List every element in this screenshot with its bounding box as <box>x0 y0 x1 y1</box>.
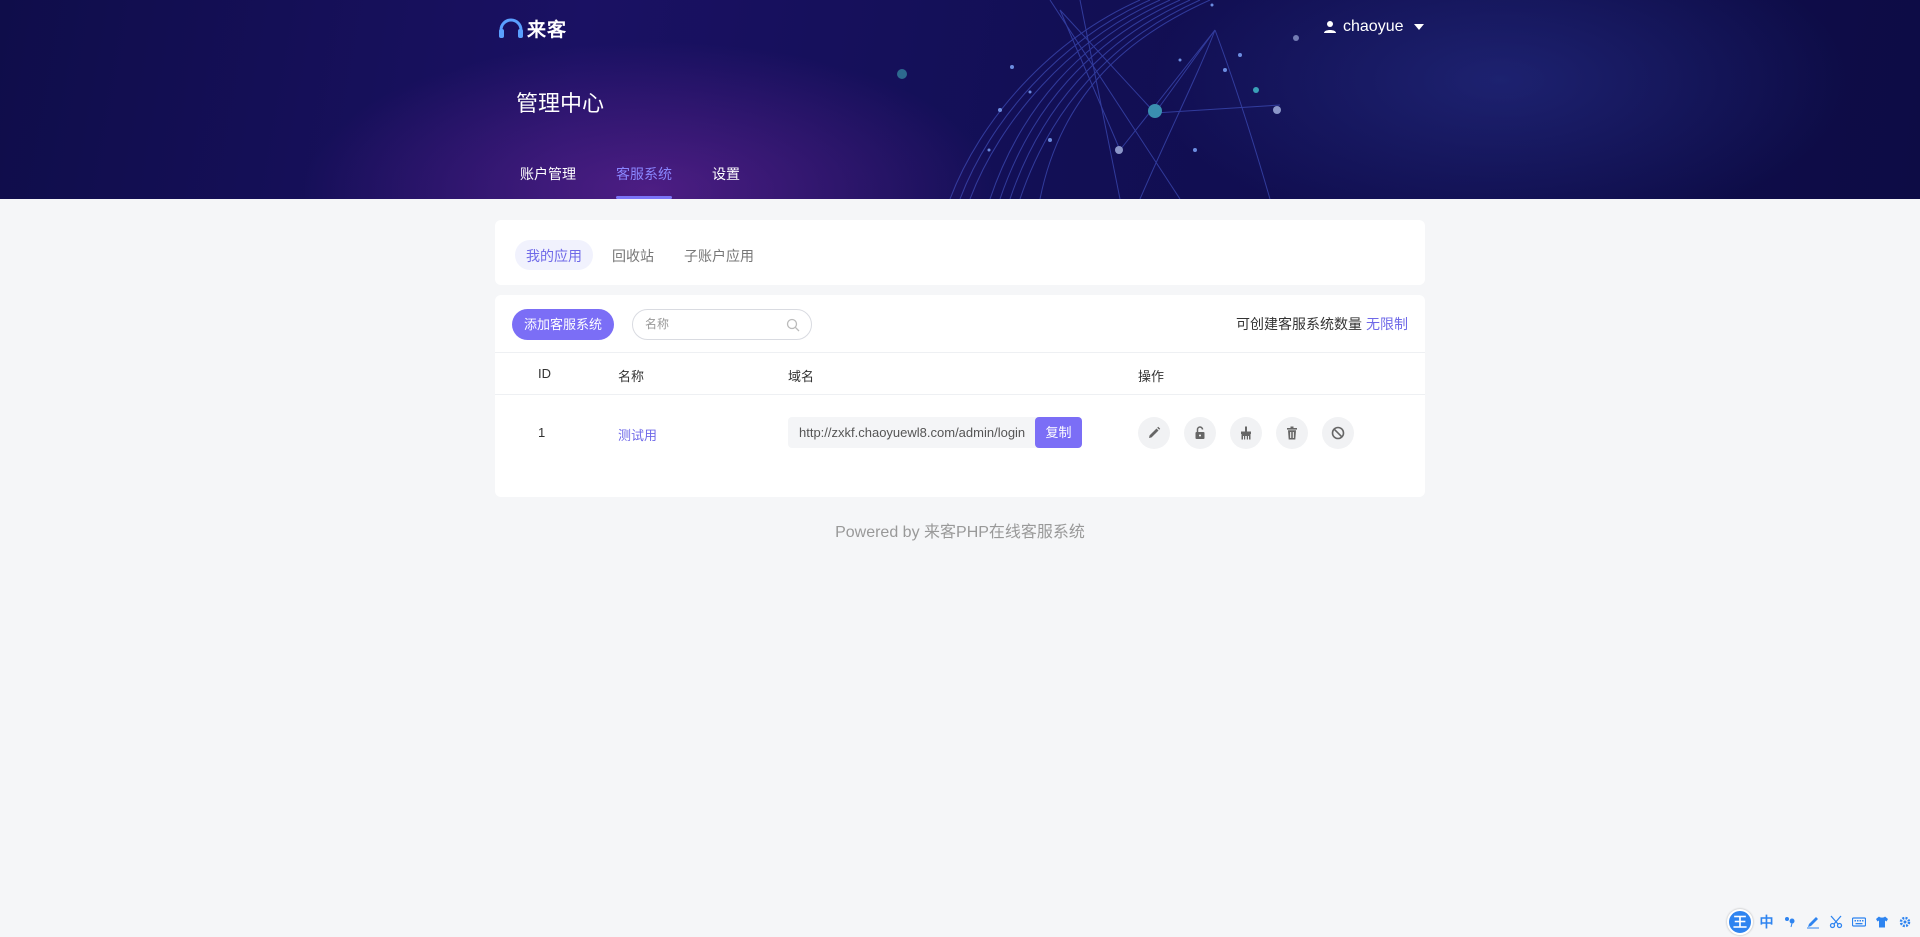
column-header-id: ID <box>538 366 551 381</box>
nav-customer-service[interactable]: 客服系统 <box>616 164 672 199</box>
brush-icon <box>1241 426 1251 440</box>
brand-logo[interactable]: 来客 <box>497 14 567 42</box>
clean-button[interactable] <box>1230 417 1262 449</box>
page-title: 管理中心 <box>516 91 605 116</box>
ime-language-toggle[interactable]: 中 <box>1757 912 1776 932</box>
quota-label: 可创建客服系统数量 <box>1236 316 1362 332</box>
ime-toolbar: 王 中 <box>1727 907 1920 937</box>
search-input[interactable] <box>645 309 786 339</box>
top-nav: 账户管理 客服系统 设置 <box>520 164 740 199</box>
delete-button[interactable] <box>1276 417 1308 449</box>
user-menu[interactable]: chaoyue <box>1323 18 1424 36</box>
footer-powered-by: Powered by 来客PHP在线客服系统 <box>835 524 1085 541</box>
ban-icon <box>1331 426 1345 440</box>
network-decoration <box>897 0 1299 199</box>
search-box <box>632 308 813 340</box>
row-domain: http://zxkf.chaoyuewl8.com/admin/login 复… <box>788 417 1082 448</box>
domain-field[interactable]: http://zxkf.chaoyuewl8.com/admin/login <box>788 417 1038 448</box>
table-header: ID 名称 域名 操作 <box>495 352 1425 395</box>
search-icon[interactable] <box>786 318 800 332</box>
column-header-domain: 域名 <box>788 369 815 384</box>
disable-button[interactable] <box>1322 417 1354 449</box>
table-row: 1 测试用 http://zxkf.chaoyuewl8.com/admin/l… <box>495 395 1425 471</box>
headset-icon <box>499 18 523 38</box>
column-header-actions: 操作 <box>1138 369 1165 384</box>
unlock-icon <box>1195 426 1205 439</box>
column-header-name: 名称 <box>618 369 645 384</box>
brand-name: 来客 <box>527 19 568 41</box>
settings-icon[interactable] <box>1895 912 1914 932</box>
row-id: 1 <box>538 425 546 440</box>
app-list-card: 添加客服系统 可创建客服系统数量无限制 ID 名称 域名 操作 1 测试用 ht… <box>495 295 1425 497</box>
tab-recycle-bin[interactable]: 回收站 <box>601 240 665 270</box>
user-name: chaoyue <box>1343 18 1404 35</box>
header-banner <box>0 0 1920 199</box>
trash-icon <box>1287 426 1297 440</box>
tab-my-apps[interactable]: 我的应用 <box>515 240 593 270</box>
nav-settings[interactable]: 设置 <box>712 164 740 199</box>
keyboard-icon[interactable] <box>1849 912 1868 932</box>
row-actions <box>1138 417 1354 449</box>
nav-account-management[interactable]: 账户管理 <box>520 164 576 199</box>
tab-sub-account-apps[interactable]: 子账户应用 <box>673 240 765 270</box>
subtab-card: 我的应用 回收站 子账户应用 <box>495 220 1425 285</box>
pen-icon[interactable] <box>1803 912 1822 932</box>
ime-logo[interactable]: 王 <box>1727 909 1753 935</box>
edit-button[interactable] <box>1138 417 1170 449</box>
add-service-system-button[interactable]: 添加客服系统 <box>512 308 615 340</box>
punctuation-icon[interactable] <box>1780 912 1799 932</box>
scissors-icon[interactable] <box>1826 912 1845 932</box>
unlock-button[interactable] <box>1184 417 1216 449</box>
quota-info: 可创建客服系统数量 无限制 <box>1236 314 1408 334</box>
copy-button[interactable]: 复制 <box>1035 417 1082 448</box>
chevron-down-icon <box>1413 24 1424 30</box>
row-name-link[interactable]: 测试用 <box>618 425 657 444</box>
toolbar: 添加客服系统 可创建客服系统数量无限制 <box>512 308 1408 340</box>
quota-value: 无限制 <box>1366 316 1408 332</box>
user-icon <box>1324 21 1336 33</box>
shirt-icon[interactable] <box>1872 912 1891 932</box>
edit-icon <box>1149 426 1161 438</box>
